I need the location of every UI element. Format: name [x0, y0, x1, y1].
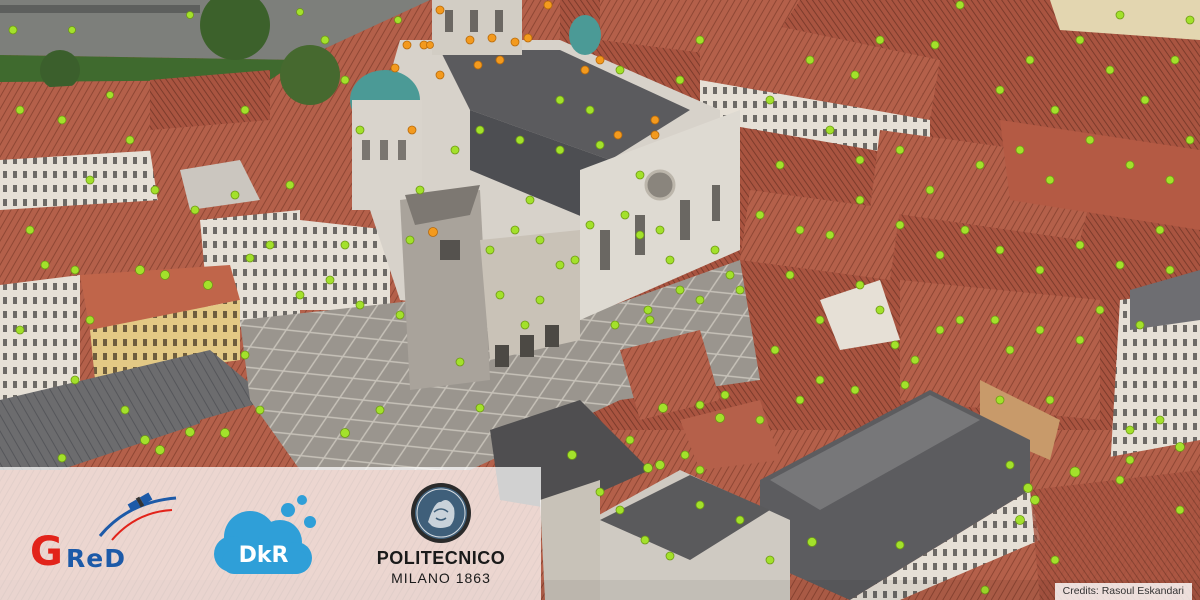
polimi-name: POLITECNICO — [376, 548, 506, 568]
gred-g: G — [30, 529, 63, 575]
polimi-seal-icon — [411, 483, 471, 543]
logo-panel: G ReD DkR POLITECNICO MILANO 1863 — [0, 467, 541, 600]
gred-logo: G ReD — [30, 492, 177, 575]
dkr-text: DkR — [238, 543, 289, 568]
satellite-icon — [98, 492, 177, 541]
gred-red: ReD — [66, 544, 126, 573]
polimi-subtitle: MILANO 1863 — [391, 570, 491, 586]
polimi-logo: POLITECNICO MILANO 1863 — [366, 482, 516, 592]
cloud-icon — [214, 495, 316, 574]
dkr-logo: DkR — [212, 492, 322, 582]
image-credits: Credits: Rasoul Eskandari — [1054, 583, 1192, 600]
